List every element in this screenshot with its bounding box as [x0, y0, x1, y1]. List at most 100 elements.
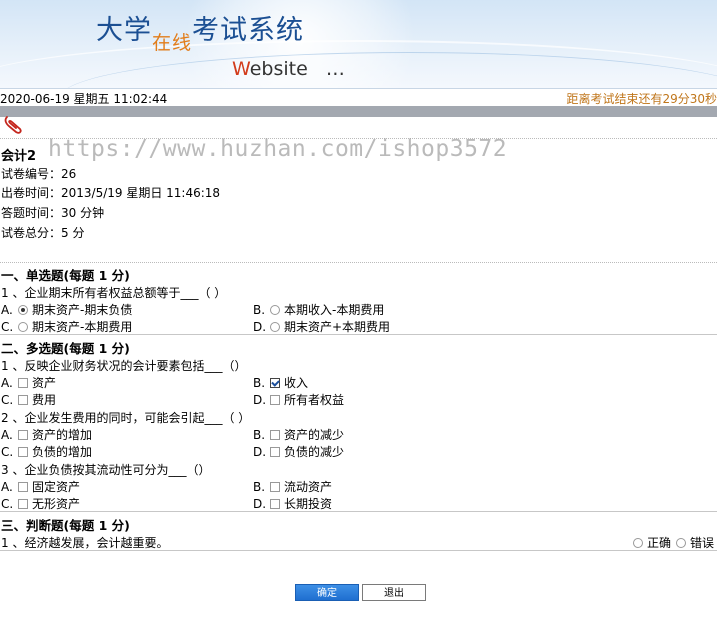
paperclip-icon	[4, 116, 22, 134]
paper-total-score: 试卷总分：5 分	[1, 226, 85, 240]
exit-button[interactable]: 退出	[362, 584, 426, 601]
multi-q1-option-a[interactable]: A. 资产	[1, 374, 56, 391]
radio-button[interactable]	[18, 321, 28, 332]
multi-q2-option-a[interactable]: A. 资产的增加	[1, 426, 92, 443]
option-text: 资产的增加	[32, 428, 93, 442]
option-text: 收入	[284, 376, 309, 390]
option-letter: A.	[1, 302, 13, 317]
radio-button[interactable]	[633, 537, 643, 548]
section-divider-3	[0, 550, 717, 551]
option-text: 期末资产-期末负债	[32, 303, 133, 317]
judge-q1-true-option[interactable]: 正确	[633, 534, 671, 551]
option-text: 负债的减少	[284, 445, 345, 459]
checkbox[interactable]	[18, 446, 28, 457]
multi-q3-option-c[interactable]: C. 无形资产	[1, 495, 80, 512]
website-dots: …	[325, 58, 345, 80]
option-letter: A.	[1, 375, 13, 390]
section-divider-2	[0, 511, 717, 512]
option-text: 资产	[32, 376, 57, 390]
site-logo: 大学在线考试系统	[96, 8, 305, 54]
option-text: 长期投资	[284, 497, 333, 511]
dotted-divider-mid	[0, 262, 717, 263]
multi-q3-option-d[interactable]: D. 长期投资	[253, 495, 332, 512]
website-text: Website …	[232, 58, 345, 80]
radio-button[interactable]	[270, 304, 280, 315]
multi-q1-option-d[interactable]: D. 所有者权益	[253, 391, 344, 408]
website-rest: ebsite	[249, 58, 308, 80]
logo-text-2: 考试系统	[192, 15, 305, 46]
multi-q3-option-a[interactable]: A. 固定资产	[1, 478, 80, 495]
option-text: 流动资产	[284, 480, 333, 494]
judge-q1-false-option[interactable]: 错误	[676, 534, 714, 551]
option-text: 无形资产	[32, 497, 81, 511]
judge-q1-text: 1 、经济越发展，会计越重要。	[1, 536, 169, 550]
checkbox[interactable]	[18, 498, 28, 509]
checkbox[interactable]	[270, 498, 280, 509]
single-q1-option-b[interactable]: B. 本期收入-本期费用	[253, 301, 384, 318]
checkbox[interactable]	[18, 481, 28, 492]
info-bar: 2020-06-19 星期五 11:02:44 距离考试结束还有29分30秒	[0, 88, 717, 106]
option-letter: C.	[1, 444, 14, 459]
single-q1-option-d[interactable]: D. 期末资产+本期费用	[253, 318, 390, 335]
single-q1-option-c[interactable]: C. 期末资产-本期费用	[1, 318, 132, 335]
option-letter: C.	[1, 496, 14, 511]
option-letter: A.	[1, 479, 13, 494]
option-letter: B.	[253, 375, 266, 390]
checkbox[interactable]	[18, 429, 28, 440]
single-q1-text: 1 、企业期末所有者权益总额等于___（ ）	[1, 286, 227, 300]
logo-text-1: 大学	[96, 15, 152, 46]
option-letter: D.	[253, 496, 267, 511]
logo-text-small: 在线	[152, 32, 193, 54]
option-letter: A.	[1, 427, 13, 442]
submit-button[interactable]: 确定	[295, 584, 359, 601]
multi-q3-text: 3 、企业负债按其流动性可分为___（）	[1, 463, 211, 477]
multi-q3-option-b[interactable]: B. 流动资产	[253, 478, 332, 495]
option-letter: B.	[253, 302, 266, 317]
section-heading-judge: 三、判断题(每题 1 分)	[1, 518, 130, 533]
radio-button-selected[interactable]	[18, 304, 28, 315]
option-text: 固定资产	[32, 480, 81, 494]
watermark-url: https://www.huzhan.com/ishop3572	[48, 136, 508, 162]
checkbox[interactable]	[18, 394, 28, 405]
website-w: W	[232, 58, 250, 80]
option-letter: B.	[253, 479, 266, 494]
checkbox[interactable]	[18, 377, 28, 388]
multi-q1-option-b[interactable]: B. 收入	[253, 374, 308, 391]
multi-q1-option-c[interactable]: C. 费用	[1, 391, 56, 408]
multi-q2-option-d[interactable]: D. 负债的减少	[253, 443, 344, 460]
paper-title: 会计2	[1, 149, 37, 164]
radio-button[interactable]	[270, 321, 280, 332]
gray-divider-bar	[0, 106, 717, 117]
checkbox[interactable]	[270, 394, 280, 405]
option-letter: B.	[253, 427, 266, 442]
multi-q1-text: 1 、反映企业财务状况的会计要素包括___（）	[1, 359, 247, 373]
checkbox[interactable]	[270, 429, 280, 440]
false-label: 错误	[690, 536, 715, 550]
single-q1-option-a[interactable]: A. 期末资产-期末负债	[1, 301, 132, 318]
multi-q2-option-b[interactable]: B. 资产的减少	[253, 426, 344, 443]
option-letter: D.	[253, 319, 267, 334]
option-letter: C.	[1, 319, 14, 334]
exam-countdown: 距离考试结束还有29分30秒	[566, 92, 717, 106]
checkbox-checked[interactable]	[270, 377, 280, 388]
section-heading-multi: 二、多选题(每题 1 分)	[1, 341, 130, 356]
section-divider-1	[0, 334, 717, 335]
radio-button[interactable]	[676, 537, 686, 548]
paper-id: 试卷编号：26	[1, 167, 77, 181]
section-heading-single: 一、单选题(每题 1 分)	[1, 268, 130, 283]
option-letter: D.	[253, 392, 267, 407]
header-banner: 大学在线考试系统 Website …	[0, 0, 717, 88]
option-text: 负债的增加	[32, 445, 93, 459]
current-datetime: 2020-06-19 星期五 11:02:44	[0, 92, 168, 106]
multi-q2-text: 2 、企业发生费用的同时，可能会引起___（ ）	[1, 411, 251, 425]
option-text: 资产的减少	[284, 428, 345, 442]
paper-created-time: 出卷时间：2013/5/19 星期日 11:46:18	[1, 186, 221, 200]
multi-q2-option-c[interactable]: C. 负债的增加	[1, 443, 92, 460]
option-letter: C.	[1, 392, 14, 407]
checkbox[interactable]	[270, 446, 280, 457]
option-text: 所有者权益	[284, 393, 345, 407]
option-text: 本期收入-本期费用	[284, 303, 385, 317]
checkbox[interactable]	[270, 481, 280, 492]
true-label: 正确	[647, 536, 672, 550]
option-text: 费用	[32, 393, 57, 407]
